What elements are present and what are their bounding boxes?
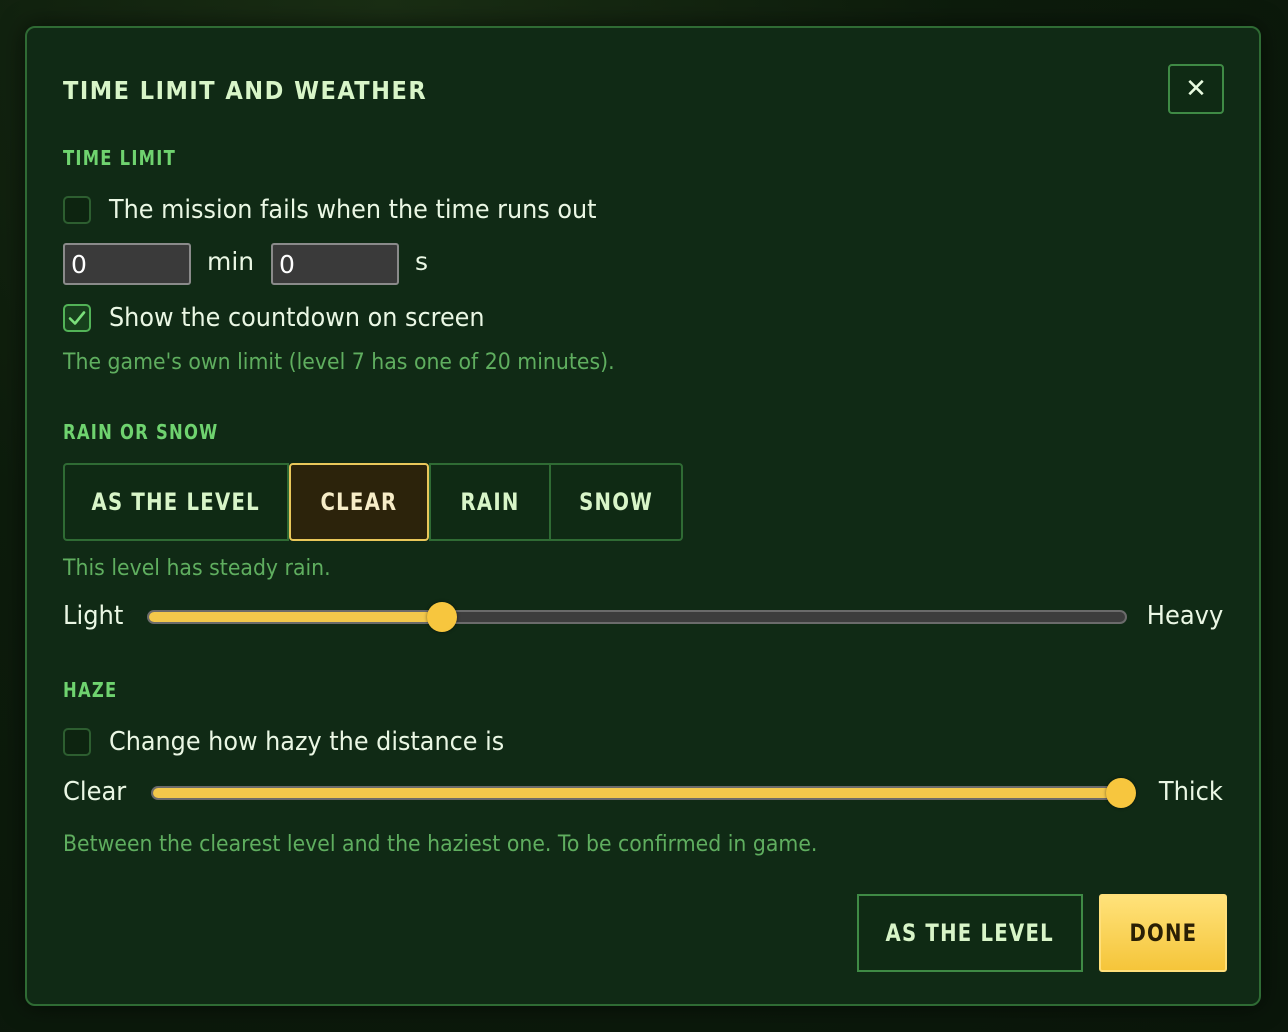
fail-on-timeout-checkbox[interactable]	[63, 196, 91, 224]
change-haze-label: Change how hazy the distance is	[109, 727, 505, 757]
haze-slider[interactable]	[151, 778, 1136, 808]
haze-heading: HAZE	[63, 678, 118, 702]
intensity-slider-thumb[interactable]	[426, 602, 457, 632]
time-limit-heading: TIME LIMIT	[63, 146, 176, 170]
haze-note: Between the clearest level and the hazie…	[63, 832, 818, 857]
seconds-unit: s	[415, 247, 429, 276]
close-icon: ✕	[1185, 74, 1207, 104]
change-haze-row[interactable]: Change how hazy the distance is	[63, 727, 539, 757]
intensity-max-label: Heavy	[1146, 601, 1223, 631]
dialog-title: TIME LIMIT AND WEATHER	[63, 76, 428, 105]
weather-option-label: SNOW	[578, 488, 654, 516]
rain-snow-note: This level has steady rain.	[63, 556, 331, 581]
done-label: DONE	[1129, 919, 1197, 947]
minutes-unit: min	[207, 247, 255, 276]
change-haze-checkbox[interactable]	[63, 728, 91, 756]
weather-option-label: RAIN	[460, 488, 520, 516]
show-countdown-row[interactable]: Show the countdown on screen	[63, 303, 517, 333]
fail-on-timeout-row[interactable]: The mission fails when the time runs out	[63, 195, 639, 225]
intensity-slider[interactable]	[147, 602, 1127, 632]
haze-max-label: Thick	[1158, 777, 1223, 807]
weather-option-rain[interactable]: RAIN	[429, 463, 551, 541]
weather-option-as-level[interactable]: AS THE LEVEL	[63, 463, 289, 541]
show-countdown-checkbox[interactable]	[63, 304, 91, 332]
haze-slider-thumb[interactable]	[1106, 778, 1136, 808]
intensity-slider-fill	[149, 612, 442, 622]
weather-option-label: CLEAR	[320, 488, 398, 516]
haze-slider-fill	[153, 788, 1121, 798]
time-limit-note: The game's own limit (level 7 has one of…	[63, 350, 615, 375]
minutes-input[interactable]	[63, 243, 191, 285]
fail-on-timeout-label: The mission fails when the time runs out	[109, 195, 597, 225]
intensity-min-label: Light	[63, 601, 124, 631]
close-button[interactable]: ✕	[1168, 64, 1224, 114]
weather-option-snow[interactable]: SNOW	[549, 463, 683, 541]
reset-to-level-label: AS THE LEVEL	[885, 919, 1055, 947]
weather-option-clear[interactable]: CLEAR	[289, 463, 429, 541]
haze-min-label: Clear	[63, 777, 127, 807]
weather-option-label: AS THE LEVEL	[91, 488, 261, 516]
show-countdown-label: Show the countdown on screen	[109, 303, 485, 333]
checkmark-icon	[68, 311, 86, 325]
reset-to-level-button[interactable]: AS THE LEVEL	[857, 894, 1083, 972]
time-limit-weather-dialog: TIME LIMIT AND WEATHER ✕ TIME LIMIT The …	[25, 26, 1261, 1006]
done-button[interactable]: DONE	[1099, 894, 1227, 972]
rain-snow-heading: RAIN OR SNOW	[63, 420, 219, 444]
seconds-input[interactable]	[271, 243, 399, 285]
